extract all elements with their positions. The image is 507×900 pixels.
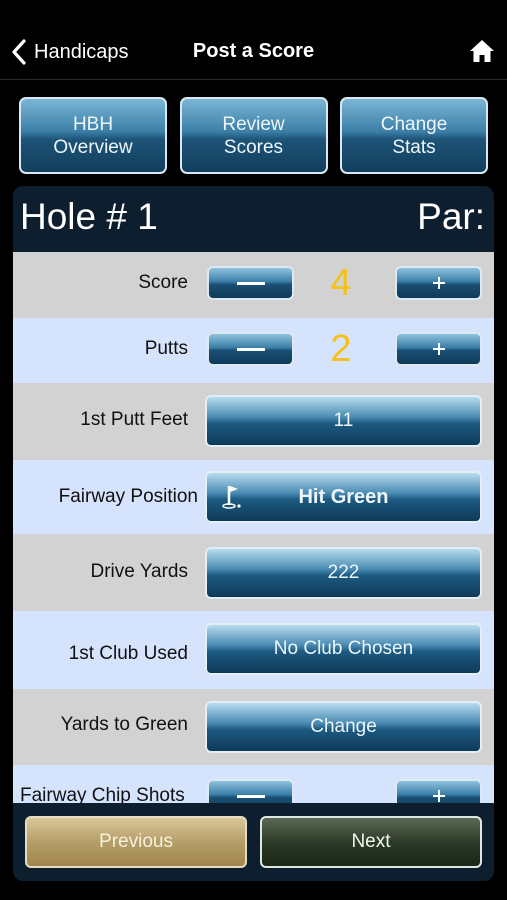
score-plus-button[interactable] (395, 266, 482, 300)
putts-row: Putts 2 (13, 318, 494, 383)
score-label: Score (138, 272, 188, 293)
previous-button[interactable]: Previous (25, 816, 247, 868)
fairway-position-button[interactable]: Hit Green (205, 471, 482, 523)
par-label: Par: (417, 196, 485, 237)
golf-flag-icon (222, 486, 241, 509)
score-minus-button[interactable] (207, 266, 294, 300)
page-title: Post a Score (192, 40, 315, 62)
score-value: 4 (330, 262, 352, 304)
putts-label: Putts (144, 338, 188, 359)
drive-value: 222 (327, 562, 360, 583)
first-putt-value: 11 (333, 410, 354, 431)
yards-green-label: Yards to Green (60, 714, 188, 735)
footer-buttons: Previous Next (13, 803, 494, 881)
review-scores-button[interactable]: Review Scores (179, 97, 328, 174)
first-putt-button[interactable]: 11 (205, 395, 482, 447)
first-putt-label: 1st Putt Feet (80, 409, 188, 430)
hole-number: Hole # 1 (20, 196, 158, 237)
home-icon[interactable] (469, 38, 495, 64)
yards-to-green-button[interactable]: Change (205, 701, 482, 753)
top-tiles: HBH Overview Review Scores Change Stats (19, 97, 488, 175)
club-label: 1st Club Used (68, 643, 188, 664)
fairway-label: Fairway Position (58, 486, 198, 507)
nav-bar: Handicaps Post a Score (0, 0, 507, 80)
fairway-row: Fairway Position Hit Green (13, 460, 494, 534)
next-button[interactable]: Next (260, 816, 482, 868)
putts-plus-button[interactable] (395, 332, 482, 366)
club-row: 1st Club Used No Club Chosen (13, 611, 494, 689)
first-club-button[interactable]: No Club Chosen (205, 623, 482, 675)
chip-label: Fairway Chip Shots (20, 785, 185, 803)
hbh-overview-button[interactable]: HBH Overview (19, 97, 167, 174)
change-stats-button[interactable]: Change Stats (340, 97, 488, 174)
fairway-value: Hit Green (298, 485, 389, 508)
putts-minus-button[interactable] (207, 332, 294, 366)
stats-list: Score 4 Putts 2 1st Putt Feet 11 Fairway… (13, 252, 494, 803)
first-putt-row: 1st Putt Feet 11 (13, 383, 494, 460)
hole-card: Hole # 1 Par: Score 4 Putts 2 1st Putt F… (13, 186, 494, 881)
score-row: Score 4 (13, 252, 494, 318)
drive-row: Drive Yards 222 (13, 534, 494, 611)
drive-yards-button[interactable]: 222 (205, 547, 482, 599)
chip-plus-button[interactable] (395, 779, 482, 803)
drive-label: Drive Yards (90, 561, 189, 582)
yards-green-row: Yards to Green Change (13, 689, 494, 765)
putts-value: 2 (330, 328, 352, 370)
club-value: No Club Chosen (273, 638, 414, 659)
yards-green-value: Change (310, 716, 377, 737)
hole-header: Hole # 1 Par: (13, 186, 494, 252)
chip-row: Fairway Chip Shots (13, 765, 494, 803)
chip-minus-button[interactable] (207, 779, 294, 803)
